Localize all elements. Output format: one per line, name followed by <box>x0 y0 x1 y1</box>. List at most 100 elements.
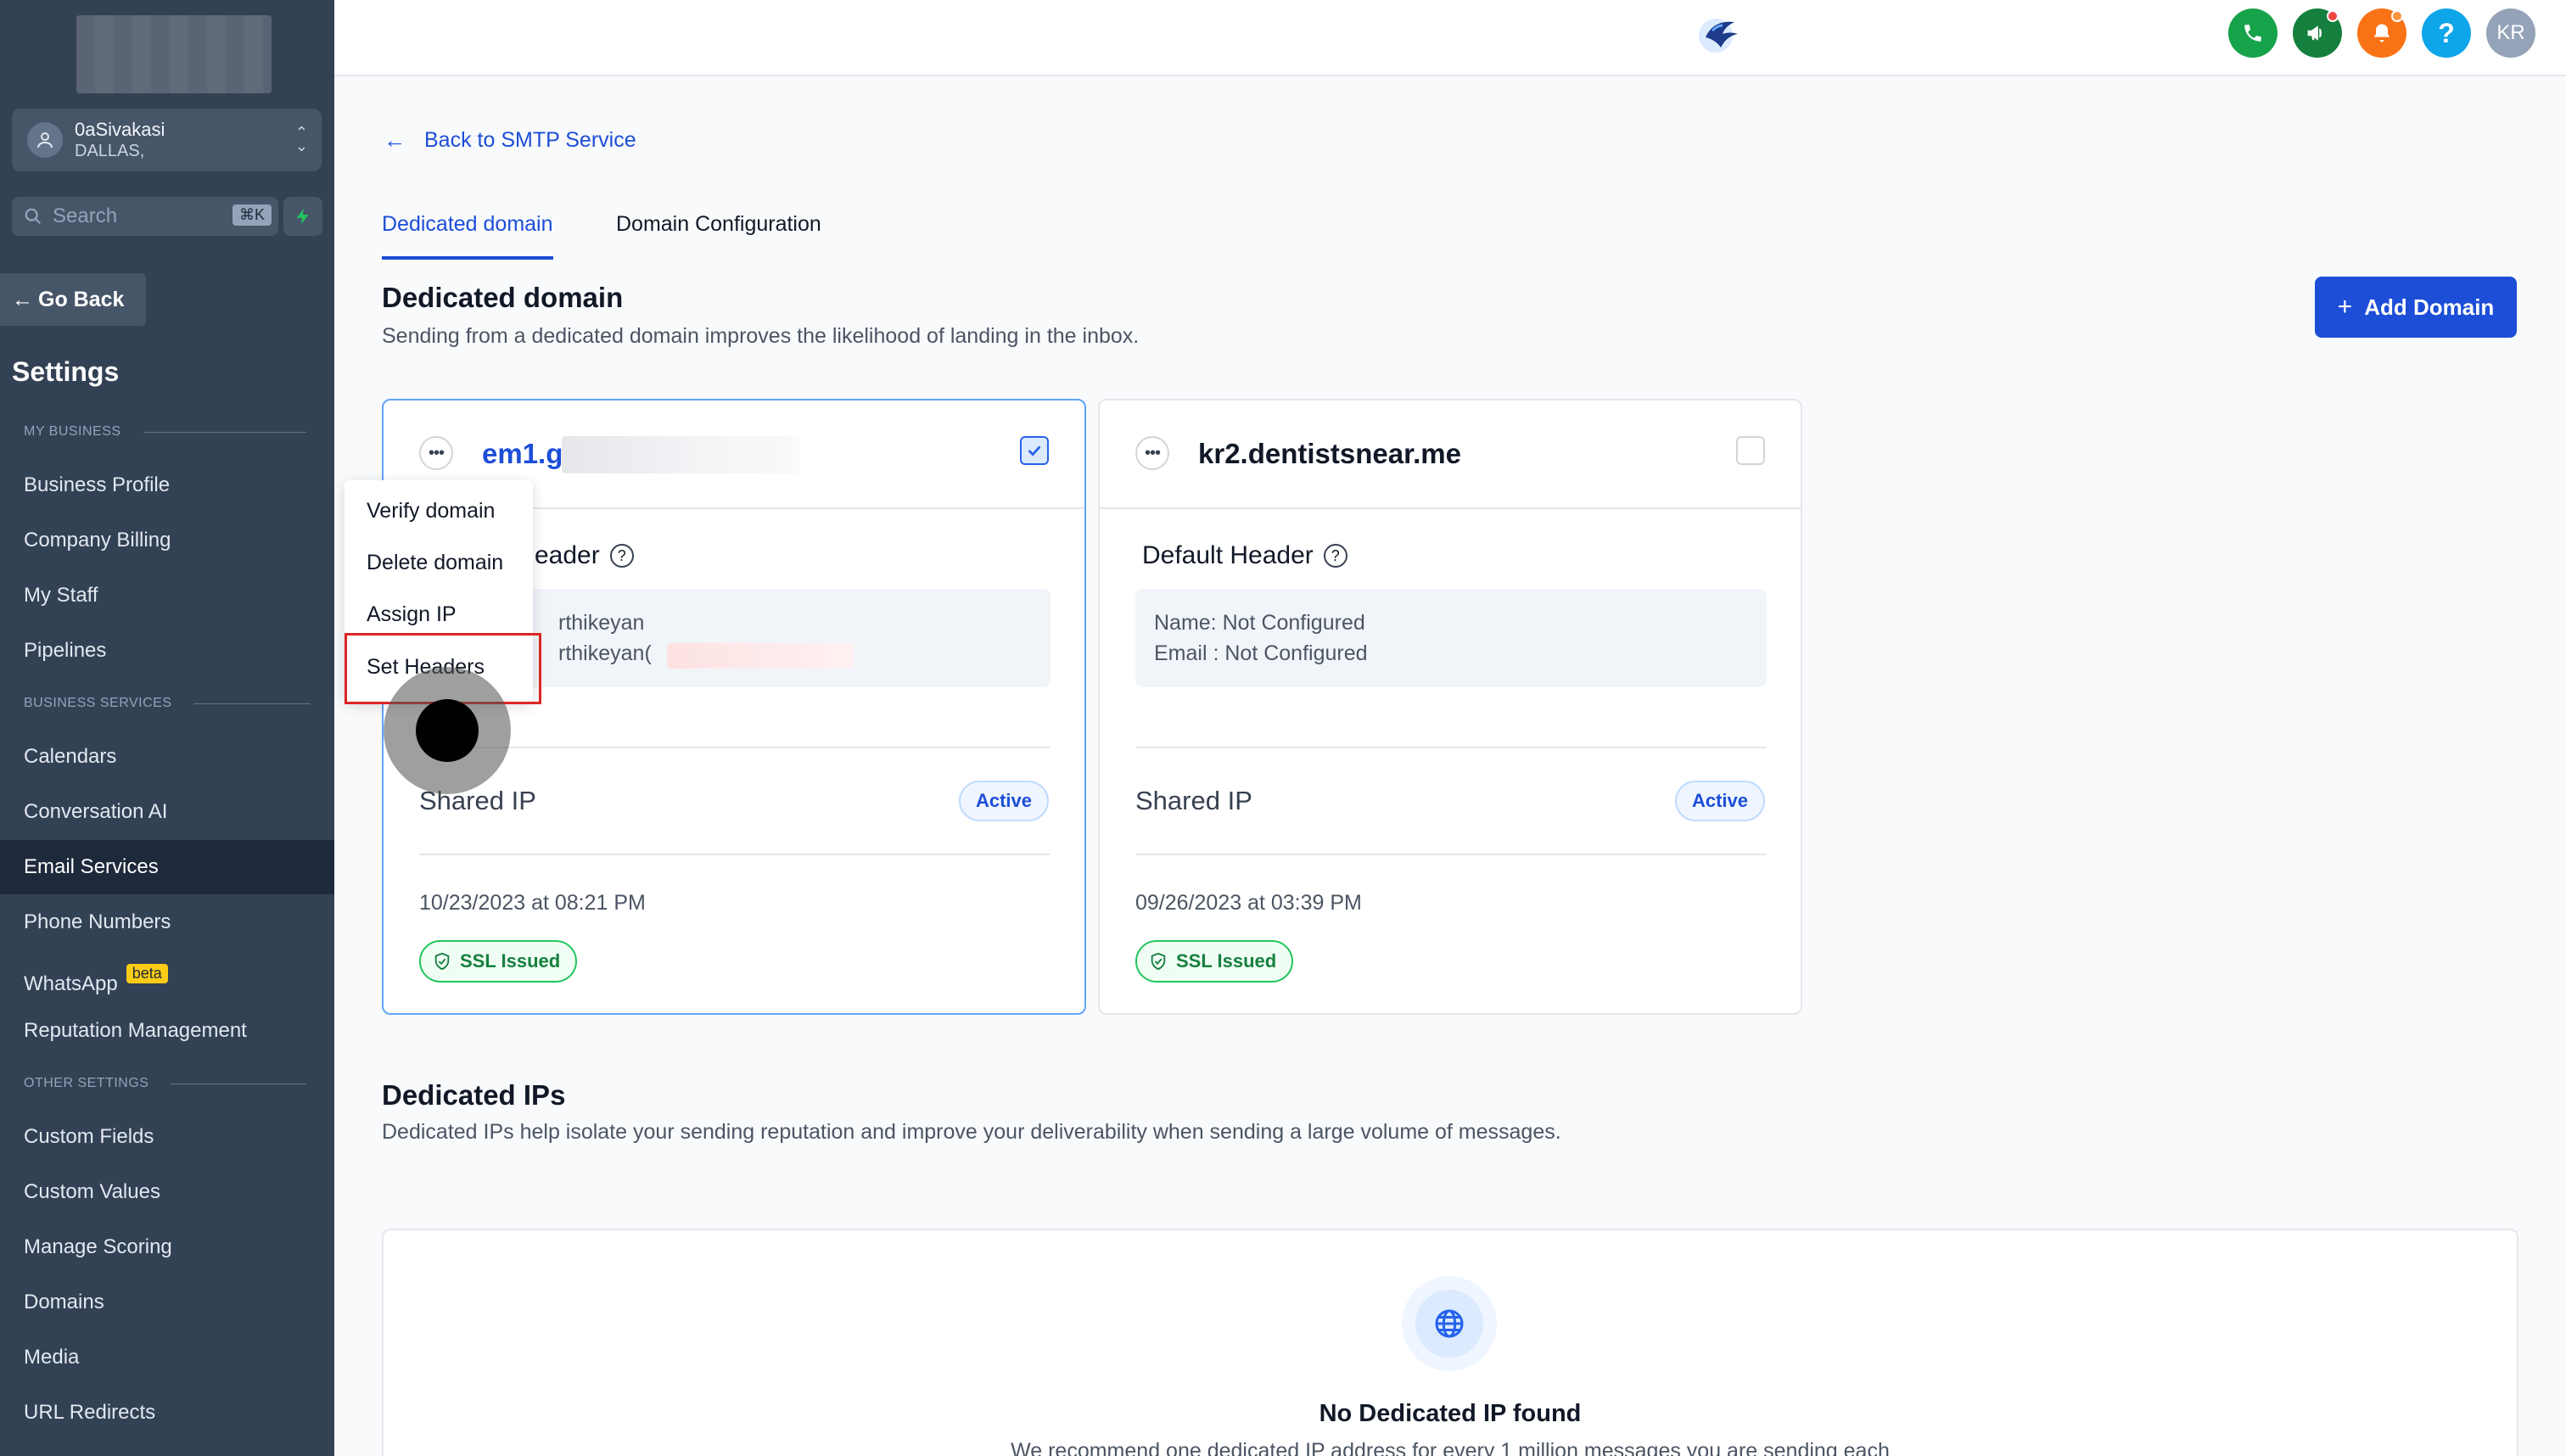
tab-dedicated-domain[interactable]: Dedicated domain <box>382 212 553 260</box>
domain-checkbox[interactable] <box>1736 436 1765 465</box>
sidebar-title: Settings <box>12 356 120 387</box>
created-date: 09/26/2023 at 03:39 PM <box>1135 891 1362 915</box>
plus-icon: + <box>2337 293 2353 321</box>
sidebar-item-whatsapp-label: WhatsApp <box>24 972 118 995</box>
avatar[interactable]: KR <box>2486 8 2535 58</box>
tab-domain-configuration[interactable]: Domain Configuration <box>616 212 821 237</box>
quick-actions-button[interactable] <box>283 197 322 236</box>
redacted-email <box>667 643 854 669</box>
search-shortcut: ⌘K <box>232 204 272 226</box>
help-button[interactable]: ? <box>2422 8 2471 58</box>
ellipsis-icon: ••• <box>428 443 445 462</box>
ellipsis-icon: ••• <box>1144 443 1161 462</box>
status-badge: Active <box>958 781 1049 821</box>
notifications-button[interactable] <box>2357 8 2406 58</box>
notification-dot <box>2327 10 2339 22</box>
add-domain-button[interactable]: + Add Domain <box>2315 277 2517 338</box>
more-options-button[interactable]: ••• <box>419 436 453 470</box>
header-label: eader? <box>535 541 634 570</box>
domain-card: ••• kr2.dentistsnear.me Default Header? … <box>1098 399 1802 1015</box>
domain-checkbox[interactable] <box>1020 436 1049 465</box>
menu-item-delete-domain[interactable]: Delete domain <box>367 551 503 575</box>
lightning-icon <box>296 208 309 225</box>
divider <box>1135 854 1767 855</box>
dedicated-domain-title: Dedicated domain <box>382 282 624 313</box>
arrow-left-icon: ← <box>12 287 33 311</box>
add-domain-label: Add Domain <box>2364 294 2495 320</box>
sidebar-item-phone-numbers[interactable]: Phone Numbers <box>24 910 171 934</box>
sidebar-item-calendars[interactable]: Calendars <box>24 745 116 769</box>
sidebar-item-manage-scoring[interactable]: Manage Scoring <box>24 1235 172 1259</box>
section-my-business: MY BUSINESS <box>24 424 306 440</box>
sidebar-item-conversation-ai[interactable]: Conversation AI <box>24 800 167 824</box>
phone-button[interactable] <box>2228 8 2277 58</box>
sidebar-item-custom-fields[interactable]: Custom Fields <box>24 1125 154 1149</box>
sidebar-search[interactable]: Search ⌘K <box>12 197 278 236</box>
go-back-label: Go Back <box>38 287 125 311</box>
sidebar-item-company-billing[interactable]: Company Billing <box>24 529 171 552</box>
menu-item-verify-domain[interactable]: Verify domain <box>367 499 495 524</box>
account-switcher[interactable]: 0aSivakasi DALLAS, ⌃ ⌄ <box>12 109 322 171</box>
notification-dot <box>2391 10 2403 22</box>
dedicated-ips-subtitle: Dedicated IPs help isolate your sending … <box>382 1120 1561 1144</box>
announcements-button[interactable] <box>2293 8 2342 58</box>
search-icon <box>25 208 42 225</box>
top-bar: ? KR <box>334 0 2566 76</box>
header-name-row: Name: Not Configured <box>1154 611 1365 635</box>
click-indicator-dot <box>416 699 479 762</box>
sidebar-item-pipelines[interactable]: Pipelines <box>24 639 106 663</box>
account-name: 0aSivakasi <box>75 118 165 140</box>
shield-check-icon <box>434 952 450 971</box>
ip-type: Shared IP <box>1135 786 1252 815</box>
globe-icon-wrapper <box>1402 1276 1497 1371</box>
shield-check-icon <box>1151 952 1166 971</box>
dedicated-ips-title: Dedicated IPs <box>382 1079 566 1111</box>
sidebar-item-my-staff[interactable]: My Staff <box>24 584 98 608</box>
help-icon: ? <box>2438 17 2455 48</box>
section-business-services: BUSINESS SERVICES <box>24 696 311 711</box>
sidebar-item-custom-values[interactable]: Custom Values <box>24 1180 160 1204</box>
arrow-left-icon: ← <box>384 127 406 153</box>
domain-name: em1.g <box>482 438 563 469</box>
globe-icon <box>1435 1309 1464 1338</box>
help-circle-icon: ? <box>609 544 634 568</box>
sidebar-item-domains[interactable]: Domains <box>24 1291 104 1314</box>
header-info-box: Name: Not Configured Email : Not Configu… <box>1135 589 1767 687</box>
header-label: Default Header? <box>1142 541 1347 570</box>
megaphone-icon <box>2307 25 2322 41</box>
created-date: 10/23/2023 at 08:21 PM <box>419 891 646 915</box>
user-icon <box>27 122 63 158</box>
sidebar-item-media[interactable]: Media <box>24 1346 79 1369</box>
domain-name: kr2.dentistsnear.me <box>1198 438 1461 469</box>
agency-logo <box>76 15 272 93</box>
sidebar-item-reputation-management[interactable]: Reputation Management <box>24 1019 247 1043</box>
dedicated-domain-subtitle: Sending from a dedicated domain improves… <box>382 324 1140 348</box>
sidebar-item-whatsapp[interactable]: WhatsApp beta <box>24 964 168 996</box>
empty-state-subtitle: We recommend one dedicated IP address fo… <box>1011 1439 1890 1456</box>
divider <box>419 854 1050 855</box>
menu-item-assign-ip[interactable]: Assign IP <box>367 602 457 627</box>
more-options-button[interactable]: ••• <box>1135 436 1169 470</box>
account-location: DALLAS, <box>75 142 145 161</box>
back-link-label: Back to SMTP Service <box>424 128 636 152</box>
header-email-row: Email : Not Configured <box>1154 641 1368 666</box>
redacted-domain <box>562 436 799 473</box>
divider <box>1135 747 1767 748</box>
sidebar-item-email-services[interactable]: Email Services <box>24 855 159 879</box>
empty-state-title: No Dedicated IP found <box>1319 1400 1582 1427</box>
sidebar: 0aSivakasi DALLAS, ⌃ ⌄ Search ⌘K ← Go Bac… <box>0 0 334 1456</box>
help-circle-icon: ? <box>1323 544 1347 568</box>
checkmark-icon <box>1028 445 1041 456</box>
phone-icon <box>2244 25 2261 42</box>
search-placeholder: Search <box>53 204 118 227</box>
chevron-updown-icon: ⌃ ⌄ <box>294 124 308 154</box>
back-to-smtp-link[interactable]: ← Back to SMTP Service <box>384 127 636 154</box>
eagle-logo-icon <box>1699 19 1738 53</box>
beta-badge: beta <box>126 964 168 983</box>
divider <box>419 747 1050 748</box>
go-back-button[interactable]: ← Go Back <box>0 273 146 326</box>
sidebar-item-business-profile[interactable]: Business Profile <box>24 473 170 497</box>
ssl-badge: SSL Issued <box>1135 940 1294 983</box>
section-other-settings: OTHER SETTINGS <box>24 1076 307 1091</box>
status-badge: Active <box>1674 781 1765 821</box>
